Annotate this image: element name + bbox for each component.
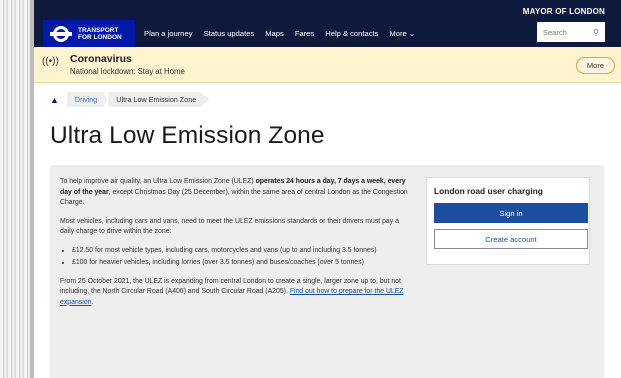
coronavirus-banner: ((•)) Coronavirus National lockdown: Sta… [34,47,621,83]
sign-in-button[interactable]: Sign in [434,203,588,223]
nav-more[interactable]: More ⌄ [389,29,415,38]
page-title: Ultra Low Emission Zone [50,122,325,149]
nav-status-updates[interactable]: Status updates [204,29,255,38]
nav-more-label: More [389,29,407,38]
main-text: To help improve air quality, an Ultra Lo… [60,177,415,316]
breadcrumb-current: Ultra Low Emission Zone [108,92,211,107]
search-input[interactable] [543,27,583,37]
intro-text-2: , except Christmas Day (25 December), wi… [60,188,408,207]
search-icon[interactable]: ⚲ [593,28,599,37]
create-account-button[interactable]: Create account [434,229,588,249]
content-panel: To help improve air quality, an Ultra Lo… [50,165,604,378]
chevron-down-icon: ⌄ [408,29,416,38]
card-title: London road user charging [434,186,543,196]
list-item: £100 for heavier vehicles, including lor… [72,258,415,269]
nav-help-contacts[interactable]: Help & contacts [325,29,378,38]
nav-fares[interactable]: Fares [295,29,314,38]
brand-text: TRANSPORT FOR LONDON [78,27,122,41]
road-user-charging-card: London road user charging Sign in Create… [426,177,590,265]
expansion-paragraph: From 25 October 2021, the ULEZ is expand… [60,277,415,309]
breadcrumb: ▲ Driving Ultra Low Emission Zone [50,92,211,107]
nav-links: Plan a journey Status updates Maps Fares… [144,20,415,47]
site-header: MAYOR OF LONDON TRANSPORT FOR LONDON Pla… [34,0,621,47]
broadcast-icon: ((•)) [42,56,59,67]
nav-plan-a-journey[interactable]: Plan a journey [144,29,193,38]
nav-maps[interactable]: Maps [265,29,284,38]
charges-list: £12.50 for most vehicle types, including… [72,246,415,269]
main-nav: TRANSPORT FOR LONDON Plan a journey Stat… [34,20,621,47]
mayor-of-london-link[interactable]: MAYOR OF LONDON [523,7,605,16]
web-page: MAYOR OF LONDON TRANSPORT FOR LONDON Pla… [34,0,621,378]
standards-paragraph: Most vehicles, including cars and vans, … [60,217,399,236]
banner-more-button[interactable]: More [575,57,615,74]
roundel-icon [50,23,72,45]
brand-line-1: TRANSPORT [78,26,119,34]
window-edge-stripes [0,0,30,378]
intro-paragraph: To help improve air quality, an Ultra Lo… [60,177,415,209]
breadcrumb-driving[interactable]: Driving [66,92,108,107]
intro-text-1: To help improve air quality, an Ultra Lo… [60,178,256,185]
banner-title: Coronavirus [70,53,132,65]
list-item: £12.50 for most vehicle types, including… [72,246,415,257]
search-box[interactable]: ⚲ [537,22,605,42]
link-suffix: . [91,298,94,306]
home-icon[interactable]: ▲ [50,95,59,105]
banner-subtitle: National lockdown: Stay at Home [70,67,185,76]
tfl-logo[interactable]: TRANSPORT FOR LONDON [43,20,135,47]
brand-line-2: FOR LONDON [78,33,122,41]
